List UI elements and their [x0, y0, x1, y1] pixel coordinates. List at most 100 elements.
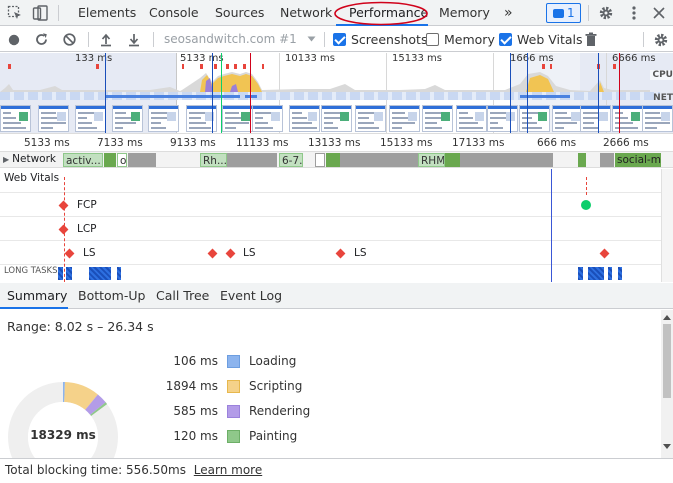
record-icon[interactable] — [7, 33, 21, 47]
screenshot-thumbnail[interactable] — [0, 105, 31, 132]
network-request[interactable] — [128, 153, 156, 167]
device-toolbar-icon[interactable] — [32, 5, 48, 21]
screenshot-thumbnail[interactable] — [389, 105, 420, 132]
web-vitals-header-row — [0, 169, 661, 193]
fcp-good-marker[interactable] — [581, 200, 591, 210]
more-options-icon[interactable] — [629, 5, 639, 21]
screenshot-thumbnail[interactable] — [456, 105, 487, 132]
performance-toolbar: seosandwitch.com #1 Screenshots Memory W… — [0, 27, 673, 52]
long-task-bar[interactable] — [588, 267, 604, 280]
long-task-bar[interactable] — [89, 267, 111, 280]
screenshot-thumbnail[interactable] — [519, 105, 550, 132]
web-vitals-checkbox[interactable] — [499, 33, 512, 46]
settings-gear-icon[interactable] — [598, 5, 614, 21]
network-request[interactable]: o — [117, 153, 127, 167]
network-request[interactable] — [326, 153, 340, 167]
long-task-bar[interactable] — [608, 267, 612, 280]
screenshot-thumbnail[interactable] — [112, 105, 143, 132]
screenshot-thumbnail[interactable] — [612, 105, 643, 132]
tab-bottom-up[interactable]: Bottom-Up — [78, 283, 145, 309]
tab-event-log[interactable]: Event Log — [220, 283, 282, 309]
screenshot-thumbnail[interactable] — [642, 105, 673, 132]
screenshot-thumbnail[interactable] — [148, 105, 179, 132]
overview-tick: 15133 ms — [392, 53, 442, 64]
network-request[interactable] — [104, 153, 116, 167]
web-vitals-track: Web Vitals FCP LCP LS LS LS LONG TASKS — [0, 169, 661, 282]
clear-icon[interactable] — [62, 32, 77, 47]
network-request[interactable]: activ... — [63, 153, 103, 167]
long-task-bar[interactable] — [117, 267, 121, 280]
summary-scrollbar[interactable] — [661, 310, 673, 458]
timeline-cursor-line — [551, 169, 552, 282]
network-track-header[interactable]: ▶ Network — [0, 152, 62, 167]
network-request[interactable]: Rh... — [200, 153, 227, 167]
screenshot-thumbnail[interactable] — [552, 105, 583, 132]
long-task-bar[interactable] — [618, 267, 622, 280]
screenshot-thumbnail[interactable] — [289, 105, 320, 132]
screenshot-thumbnail[interactable] — [422, 105, 453, 132]
summary-total: 18329 ms — [30, 428, 96, 442]
network-request[interactable] — [445, 153, 460, 167]
trash-icon[interactable] — [584, 32, 598, 47]
recording-select[interactable]: seosandwitch.com #1 — [164, 27, 297, 52]
network-request[interactable] — [460, 153, 553, 167]
network-request[interactable]: RHM... — [418, 153, 445, 167]
scroll-down-arrow-icon[interactable] — [663, 444, 671, 450]
reload-profile-icon[interactable] — [34, 32, 49, 47]
tab-bar-divider — [588, 5, 589, 21]
network-request[interactable] — [578, 153, 586, 167]
timeline-ruler: 5133 ms 7133 ms 9133 ms 11133 ms 13133 m… — [0, 136, 673, 152]
legend-name: Rendering — [249, 404, 311, 418]
network-request[interactable] — [227, 153, 277, 167]
long-task-bar[interactable] — [58, 267, 63, 280]
screenshot-thumbnail[interactable] — [487, 105, 518, 132]
messages-badge[interactable]: 1 — [546, 3, 581, 23]
timeline-overview[interactable]: 133 ms 5133 ms 10133 ms 15133 ms 1666 ms… — [0, 53, 673, 134]
screenshot-thumbnail[interactable] — [75, 105, 106, 132]
network-request[interactable] — [315, 153, 325, 167]
web-vitals-label: Web Vitals — [517, 32, 583, 47]
tab-console[interactable]: Console — [149, 0, 199, 26]
memory-checkbox[interactable] — [426, 33, 439, 46]
summary-pie-chart — [8, 382, 118, 458]
close-devtools-icon[interactable] — [652, 6, 666, 20]
network-request[interactable] — [600, 153, 614, 167]
web-vitals-title: Web Vitals — [4, 172, 60, 184]
ruler-tick: 15133 ms — [380, 137, 433, 149]
inspect-element-icon[interactable] — [7, 5, 23, 21]
more-tabs-button[interactable]: » — [504, 0, 513, 26]
screenshot-thumbnail[interactable] — [222, 105, 253, 132]
tab-summary[interactable]: Summary — [7, 283, 67, 309]
ruler-tick: 5133 ms — [24, 137, 70, 149]
active-detail-tab-indicator — [0, 307, 68, 309]
screenshot-thumbnail[interactable] — [38, 105, 69, 132]
tracks-scrollbar[interactable] — [661, 169, 673, 282]
net-label: NET — [653, 93, 673, 103]
tab-network[interactable]: Network — [280, 0, 332, 26]
save-profile-icon[interactable] — [127, 32, 141, 47]
tab-elements[interactable]: Elements — [78, 0, 136, 26]
legend-name: Scripting — [249, 379, 303, 393]
network-request[interactable]: 6-7... — [279, 153, 303, 167]
network-request[interactable]: social-m — [615, 153, 661, 167]
scrollbar-thumb[interactable] — [663, 324, 671, 398]
screenshots-checkbox[interactable] — [333, 33, 346, 46]
network-request[interactable] — [340, 153, 418, 167]
long-task-bar[interactable] — [578, 267, 583, 280]
screenshot-thumbnail[interactable] — [321, 105, 352, 132]
screenshot-thumbnail[interactable] — [355, 105, 386, 132]
fcp-row — [0, 193, 661, 217]
capture-settings-gear-icon[interactable] — [653, 32, 669, 48]
chevron-down-icon[interactable] — [307, 36, 316, 43]
load-profile-icon[interactable] — [99, 32, 113, 47]
overview-tick: 133 ms — [75, 53, 113, 64]
learn-more-link[interactable]: Learn more — [194, 463, 262, 477]
screenshot-thumbnail[interactable] — [252, 105, 283, 132]
tab-call-tree[interactable]: Call Tree — [156, 283, 209, 309]
tab-memory[interactable]: Memory — [439, 0, 490, 26]
network-track[interactable]: ▶Network activ... o Rh... 6-7... RHM... … — [0, 152, 673, 168]
scroll-up-arrow-icon[interactable] — [663, 314, 671, 320]
long-task-bar[interactable] — [66, 267, 72, 280]
screenshot-thumbnail[interactable] — [580, 105, 611, 132]
tab-sources[interactable]: Sources — [215, 0, 264, 26]
